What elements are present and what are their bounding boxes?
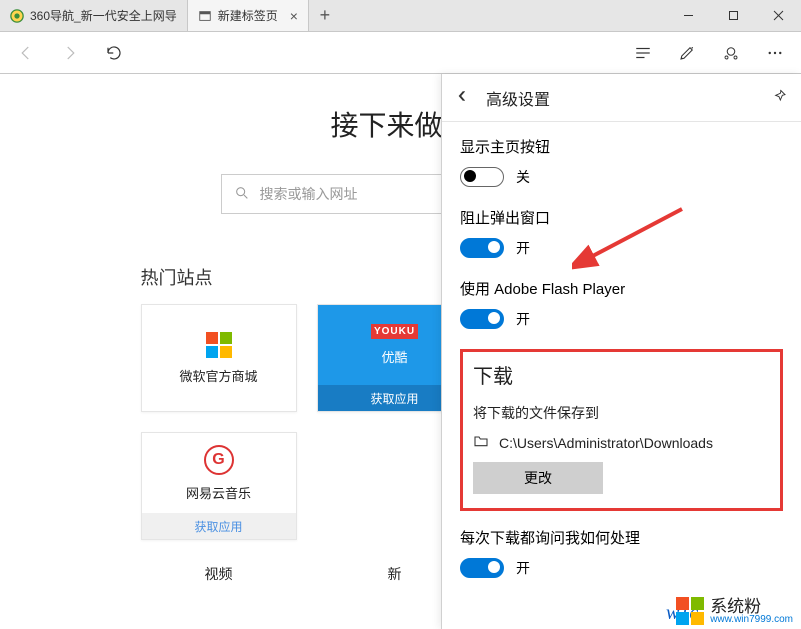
browser-tabs: 360导航_新一代安全上网导 新建标签页 × + bbox=[0, 0, 666, 31]
setting-block-popups: 阻止弹出窗口 开 bbox=[460, 207, 783, 258]
favicon-icon bbox=[198, 9, 212, 23]
more-button[interactable] bbox=[755, 33, 795, 73]
tile-label: 微软官方商城 bbox=[179, 366, 257, 385]
panel-title: 高级设置 bbox=[486, 86, 757, 110]
setting-flash: 使用 Adobe Flash Player 开 bbox=[460, 278, 783, 329]
downloads-title: 下载 bbox=[473, 360, 770, 389]
browser-toolbar bbox=[0, 32, 801, 74]
downloads-path-row: C:\Users\Administrator\Downloads bbox=[473, 433, 770, 452]
favicon-icon bbox=[10, 9, 24, 23]
microsoft-logo-icon bbox=[206, 332, 232, 358]
tile-footer[interactable]: 获取应用 bbox=[142, 513, 296, 539]
maximize-button[interactable] bbox=[711, 0, 756, 31]
tile-microsoft-store[interactable]: 微软官方商城 bbox=[141, 304, 297, 412]
tile-label: 网易云音乐 bbox=[186, 483, 251, 502]
downloads-path: C:\Users\Administrator\Downloads bbox=[499, 435, 713, 451]
toggle-state: 开 bbox=[516, 238, 530, 258]
setting-show-home-button: 显示主页按钮 关 bbox=[460, 136, 783, 187]
folder-icon bbox=[473, 433, 489, 452]
category-tab-video[interactable]: 视频 bbox=[141, 556, 297, 592]
toggle-state: 关 bbox=[516, 167, 530, 187]
toggle-block-popups[interactable] bbox=[460, 238, 504, 258]
setting-label: 每次下载都询问我如何处理 bbox=[460, 527, 783, 548]
downloads-save-to-label: 将下载的文件保存到 bbox=[473, 403, 770, 423]
panel-body[interactable]: 显示主页按钮 关 阻止弹出窗口 开 使用 Adobe Flash Player … bbox=[442, 122, 801, 629]
toggle-ask-each-download[interactable] bbox=[460, 558, 504, 578]
browser-tab-0[interactable]: 360导航_新一代安全上网导 bbox=[0, 0, 188, 31]
setting-ask-each-download: 每次下载都询问我如何处理 开 bbox=[460, 527, 783, 578]
toggle-flash[interactable] bbox=[460, 309, 504, 329]
setting-label: 使用 Adobe Flash Player bbox=[460, 278, 783, 299]
pin-icon[interactable] bbox=[771, 88, 787, 107]
back-button[interactable] bbox=[6, 33, 46, 73]
back-icon[interactable] bbox=[456, 89, 472, 106]
search-icon bbox=[234, 185, 250, 204]
notes-button[interactable] bbox=[667, 33, 707, 73]
toggle-show-home-button[interactable] bbox=[460, 167, 504, 187]
new-tab-button[interactable]: + bbox=[309, 0, 341, 31]
downloads-highlight-box: 下载 将下载的文件保存到 C:\Users\Administrator\Down… bbox=[460, 349, 783, 511]
tab-label: 360导航_新一代安全上网导 bbox=[30, 7, 177, 24]
tab-label: 新建标签页 bbox=[218, 7, 278, 24]
tile-label: 优酷 bbox=[381, 347, 407, 366]
toggle-state: 开 bbox=[516, 558, 530, 578]
browser-tab-1[interactable]: 新建标签页 × bbox=[188, 0, 309, 31]
refresh-button[interactable] bbox=[94, 33, 134, 73]
youku-logo-icon: YOUKU bbox=[371, 324, 418, 339]
share-button[interactable] bbox=[711, 33, 751, 73]
close-window-button[interactable] bbox=[756, 0, 801, 31]
change-button-label: 更改 bbox=[524, 468, 552, 488]
panel-header: 高级设置 bbox=[442, 74, 801, 122]
setting-label: 阻止弹出窗口 bbox=[460, 207, 783, 228]
forward-button[interactable] bbox=[50, 33, 90, 73]
setting-label: 显示主页按钮 bbox=[460, 136, 783, 157]
window-controls bbox=[666, 0, 801, 31]
change-download-location-button[interactable]: 更改 bbox=[473, 462, 603, 494]
toggle-state: 开 bbox=[516, 309, 530, 329]
tile-netease-music[interactable]: G 网易云音乐 获取应用 bbox=[141, 432, 297, 540]
search-placeholder: 搜索或输入网址 bbox=[260, 184, 358, 204]
minimize-button[interactable] bbox=[666, 0, 711, 31]
reading-view-button[interactable] bbox=[623, 33, 663, 73]
window-titlebar: 360导航_新一代安全上网导 新建标签页 × + bbox=[0, 0, 801, 32]
close-tab-icon[interactable]: × bbox=[284, 8, 298, 24]
netease-logo-icon: G bbox=[204, 445, 234, 475]
advanced-settings-panel: 高级设置 显示主页按钮 关 阻止弹出窗口 开 使用 Adobe Flash Pl… bbox=[441, 74, 801, 629]
